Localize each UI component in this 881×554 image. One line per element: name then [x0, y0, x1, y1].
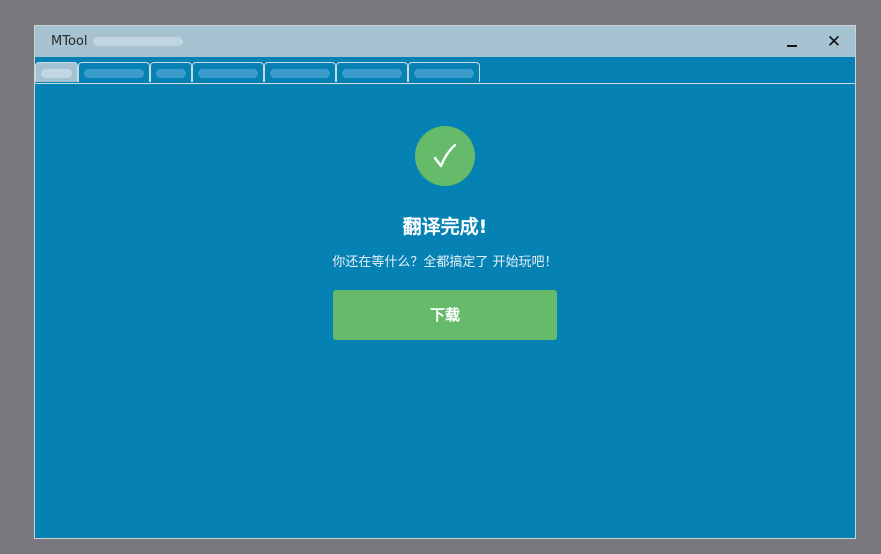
- completion-panel: 翻译完成! 你还在等什么？全都搞定了 开始玩吧！ 下载: [35, 84, 855, 538]
- title-bar[interactable]: MTool ✕: [35, 26, 855, 57]
- tab-label: [84, 69, 144, 78]
- tab-label: [198, 69, 258, 78]
- checkmark-glyph: [433, 143, 457, 168]
- minimize-icon: [787, 45, 797, 47]
- download-button[interactable]: 下载: [333, 290, 557, 340]
- app-window: MTool ✕ 翻译完成! 你还在等什么？全都搞定了 开始玩吧！ 下载: [34, 25, 856, 539]
- close-button[interactable]: ✕: [821, 30, 847, 54]
- tab-label: [414, 69, 474, 78]
- tab-6[interactable]: [336, 62, 408, 82]
- tab-3[interactable]: [150, 62, 192, 82]
- tab-bar: [35, 57, 855, 84]
- window-title: MTool: [51, 34, 88, 49]
- tab-5[interactable]: [264, 62, 336, 82]
- check-icon: [415, 126, 475, 186]
- close-icon: ✕: [826, 32, 842, 52]
- tab-1[interactable]: [35, 62, 78, 82]
- tab-7[interactable]: [408, 62, 480, 82]
- tab-label: [156, 69, 186, 78]
- title-redacted-block: [93, 37, 183, 46]
- tab-2[interactable]: [78, 62, 150, 82]
- completion-message: 你还在等什么？全都搞定了 开始玩吧！: [332, 255, 558, 270]
- tab-4[interactable]: [192, 62, 264, 82]
- tab-label: [41, 69, 72, 78]
- tab-label: [342, 69, 402, 78]
- tab-label: [270, 69, 330, 78]
- completion-title: 翻译完成!: [402, 216, 488, 238]
- minimize-button[interactable]: [779, 30, 805, 54]
